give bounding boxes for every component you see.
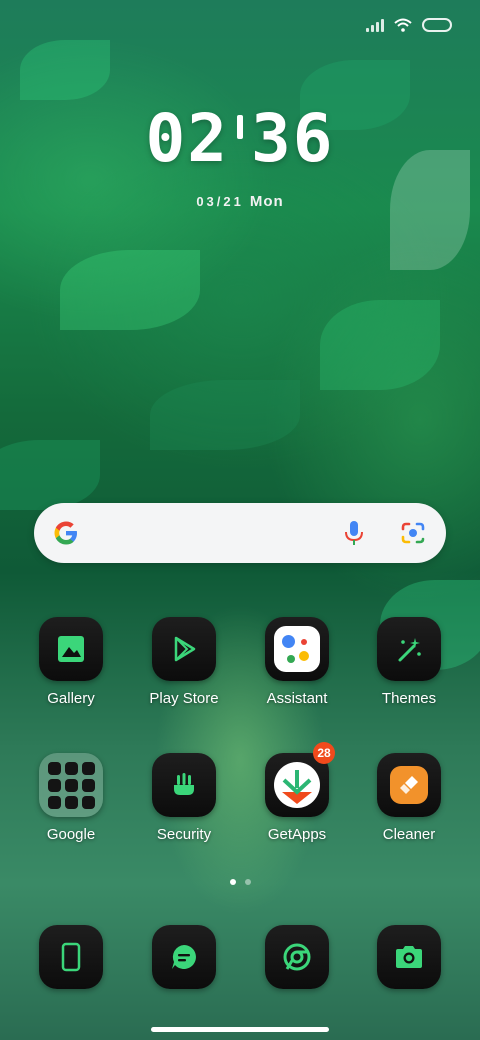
app-label: GetApps	[267, 826, 327, 843]
battery-icon	[422, 18, 452, 32]
app-label: Security	[156, 826, 212, 843]
dock-chrome[interactable]	[247, 925, 347, 989]
app-themes[interactable]: Themes	[359, 617, 459, 707]
home-gesture-bar[interactable]	[151, 1027, 329, 1032]
lens-icon[interactable]	[400, 521, 426, 545]
app-label: Themes	[381, 690, 437, 707]
app-google-folder[interactable]: Google	[21, 753, 121, 843]
app-label: Gallery	[47, 690, 95, 707]
google-logo	[54, 521, 77, 545]
dock-messages[interactable]	[134, 925, 234, 989]
play-store-icon	[152, 617, 216, 681]
date-text: 03/21	[196, 194, 244, 209]
gallery-icon	[39, 617, 103, 681]
wifi-icon	[394, 18, 412, 32]
security-icon	[152, 753, 216, 817]
themes-icon	[377, 617, 441, 681]
google-search-bar[interactable]	[34, 503, 446, 563]
signal-icon	[366, 18, 384, 32]
clock-separator	[237, 115, 243, 139]
notification-badge: 28	[313, 742, 335, 764]
dock-phone[interactable]	[21, 925, 121, 989]
clock-hours: 02	[145, 100, 229, 177]
app-label: Cleaner	[382, 826, 436, 843]
app-label: Google	[46, 826, 96, 843]
dock-camera[interactable]	[359, 925, 459, 989]
phone-icon	[39, 925, 103, 989]
assistant-icon	[265, 617, 329, 681]
cleaner-icon	[377, 753, 441, 817]
page-dot-active	[229, 879, 236, 885]
status-bar	[366, 18, 452, 32]
clock-minutes: 36	[251, 100, 335, 177]
chrome-icon	[265, 925, 329, 989]
app-label: Play Store	[149, 690, 219, 707]
date-display: 03/21 Mon	[0, 193, 480, 210]
app-getapps[interactable]: 28 GetApps	[247, 742, 347, 843]
camera-icon	[377, 925, 441, 989]
clock-widget[interactable]: 02 36	[0, 100, 480, 177]
day-text: Mon	[249, 193, 284, 210]
app-gallery[interactable]: Gallery	[21, 617, 121, 707]
app-security[interactable]: Security	[134, 753, 234, 843]
mic-icon[interactable]	[342, 519, 366, 547]
page-indicator[interactable]	[0, 879, 480, 885]
google-folder-icon	[39, 753, 103, 817]
page-dot	[244, 879, 251, 885]
app-cleaner[interactable]: Cleaner	[359, 753, 459, 843]
app-play-store[interactable]: Play Store	[134, 617, 234, 707]
app-assistant[interactable]: Assistant	[247, 617, 347, 707]
app-label: Assistant	[266, 690, 328, 707]
messages-icon	[152, 925, 216, 989]
